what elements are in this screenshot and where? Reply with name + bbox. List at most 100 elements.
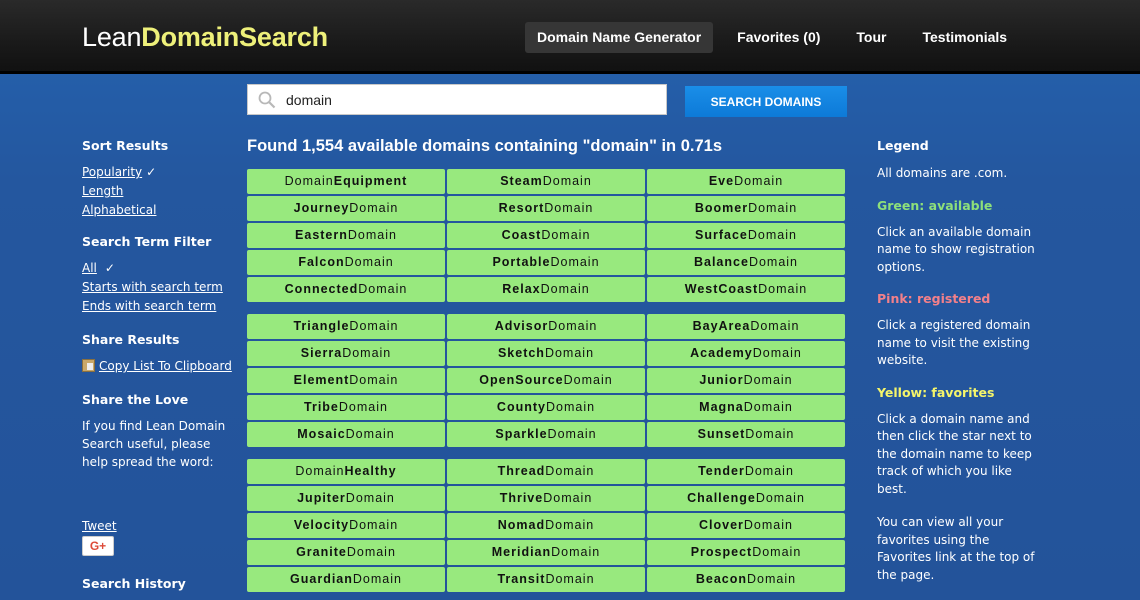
nav-tour[interactable]: Tour: [844, 22, 898, 53]
domain-plain-part: Domain: [342, 346, 392, 360]
domain-bold-part: Transit: [497, 572, 546, 586]
domain-cell[interactable]: EveDomain: [647, 169, 845, 194]
domain-bold-part: Portable: [492, 255, 551, 269]
domain-cell[interactable]: DomainHealthy: [247, 459, 445, 484]
domain-cell[interactable]: OpenSourceDomain: [447, 368, 645, 393]
domain-cell[interactable]: TransitDomain: [447, 567, 645, 592]
domain-bold-part: Clover: [699, 518, 744, 532]
domain-plain-part: Domain: [295, 464, 345, 478]
domain-bold-part: Nomad: [497, 518, 546, 532]
domain-cell[interactable]: SketchDomain: [447, 341, 645, 366]
domain-plain-part: Domain: [358, 282, 408, 296]
domain-cell[interactable]: DomainEquipment: [247, 169, 445, 194]
nav-favorites[interactable]: Favorites (0): [725, 22, 832, 53]
domain-cell[interactable]: GuardianDomain: [247, 567, 445, 592]
domain-cell[interactable]: EasternDomain: [247, 223, 445, 248]
domain-cell[interactable]: TribeDomain: [247, 395, 445, 420]
domain-cell[interactable]: BayAreaDomain: [647, 314, 845, 339]
domain-plain-part: Domain: [544, 346, 595, 360]
sort-length-link[interactable]: Length: [82, 182, 242, 201]
domain-plain-part: Domain: [347, 228, 397, 242]
domain-plain-part: Domain: [545, 464, 595, 478]
domain-cell[interactable]: BeaconDomain: [647, 567, 845, 592]
nav-testimonials[interactable]: Testimonials: [911, 22, 1020, 53]
domain-plain-part: Domain: [543, 491, 593, 505]
domain-cell[interactable]: BoomerDomain: [647, 196, 845, 221]
domain-cell[interactable]: ConnectedDomain: [247, 277, 445, 302]
search-domains-button[interactable]: SEARCH DOMAINS: [685, 86, 847, 117]
domain-plain-part: Domain: [750, 319, 800, 333]
domain-cell[interactable]: MeridianDomain: [447, 540, 645, 565]
domain-bold-part: Surface: [695, 228, 748, 242]
legend-pink-text: Click a registered domain name to visit …: [877, 318, 1031, 367]
domain-cell[interactable]: ThriveDomain: [447, 486, 645, 511]
domain-cell[interactable]: VelocityDomain: [247, 513, 445, 538]
tweet-link[interactable]: Tweet: [82, 517, 242, 536]
domain-cell[interactable]: AdvisorDomain: [447, 314, 645, 339]
domain-plain-part: Domain: [545, 518, 595, 532]
domain-cell[interactable]: MosaicDomain: [247, 422, 445, 447]
domain-cell[interactable]: SparkleDomain: [447, 422, 645, 447]
domain-plain-part: Domain: [349, 201, 399, 215]
domain-cell[interactable]: RelaxDomain: [447, 277, 645, 302]
domain-cell[interactable]: ResortDomain: [447, 196, 645, 221]
domain-cell[interactable]: ElementDomain: [247, 368, 445, 393]
domain-bold-part: Mosaic: [297, 427, 346, 441]
domain-cell[interactable]: SurfaceDomain: [647, 223, 845, 248]
sort-popularity-link[interactable]: Popularity ✓: [82, 163, 242, 182]
domain-cell[interactable]: FalconDomain: [247, 250, 445, 275]
legend-panel: Legend All domains are .com. Green: avai…: [877, 138, 1037, 584]
domain-cell[interactable]: ThreadDomain: [447, 459, 645, 484]
check-icon: ✓: [104, 261, 115, 275]
domain-cell[interactable]: ChallengeDomain: [647, 486, 845, 511]
share-the-love-heading: Share the Love: [82, 392, 189, 407]
domain-cell[interactable]: BalanceDomain: [647, 250, 845, 275]
domain-plain-part: Domain: [747, 228, 797, 242]
domain-cell[interactable]: AcademyDomain: [647, 341, 845, 366]
domain-bold-part: Beacon: [695, 572, 748, 586]
nav-domain-name-generator[interactable]: Domain Name Generator: [525, 22, 714, 53]
legend-yellow-text: Click a domain name and then click the s…: [877, 411, 1032, 496]
search-term-filter-heading: Search Term Filter: [82, 234, 212, 249]
filter-ends-with-link[interactable]: Ends with search term: [82, 297, 242, 316]
domain-plain-part: Domain: [344, 255, 394, 269]
domain-cell[interactable]: CoastDomain: [447, 223, 645, 248]
domain-bold-part: Boomer: [694, 201, 749, 215]
domain-bold-part: Challenge: [687, 491, 756, 505]
copy-list-link[interactable]: Copy List To Clipboard: [99, 359, 232, 373]
domain-cell[interactable]: JuniorDomain: [647, 368, 845, 393]
search-input[interactable]: [286, 90, 656, 110]
domain-plain-part: Domain: [345, 427, 395, 441]
filter-all-link[interactable]: All ✓: [82, 259, 242, 278]
domain-cell[interactable]: JourneyDomain: [247, 196, 445, 221]
domain-group: DomainEquipment SteamDomain EveDomain Journ…: [247, 169, 847, 302]
logo[interactable]: LeanDomainSearch: [82, 22, 328, 53]
domain-cell[interactable]: WestCoastDomain: [647, 277, 845, 302]
filter-starts-with-link[interactable]: Starts with search term: [82, 278, 242, 297]
google-plus-button[interactable]: G+: [82, 536, 114, 556]
domain-cell[interactable]: CountyDomain: [447, 395, 645, 420]
domain-cell[interactable]: JupiterDomain: [247, 486, 445, 511]
domain-cell[interactable]: PortableDomain: [447, 250, 645, 275]
domain-bold-part: Equipment: [333, 174, 408, 188]
domain-cell[interactable]: MagnaDomain: [647, 395, 845, 420]
check-icon: ✓: [146, 165, 157, 179]
filter-all-label: All: [82, 261, 97, 275]
sort-alphabetical-link[interactable]: Alphabetical: [82, 201, 242, 220]
legend-favorites-text: You can view all your favorites using th…: [877, 515, 1035, 582]
domain-group: DomainHealthy ThreadDomain TenderDomain Jup…: [247, 459, 847, 592]
domain-cell[interactable]: GraniteDomain: [247, 540, 445, 565]
domain-cell[interactable]: NomadDomain: [447, 513, 645, 538]
results-title: Found 1,554 available domains containing…: [247, 137, 723, 155]
domain-cell[interactable]: SteamDomain: [447, 169, 645, 194]
domain-cell[interactable]: ProspectDomain: [647, 540, 845, 565]
domain-cell[interactable]: TenderDomain: [647, 459, 845, 484]
domain-cell[interactable]: SunsetDomain: [647, 422, 845, 447]
search-box[interactable]: [247, 84, 667, 115]
domain-plain-part: Domain: [345, 491, 395, 505]
domain-cell[interactable]: CloverDomain: [647, 513, 845, 538]
domain-cell[interactable]: TriangleDomain: [247, 314, 445, 339]
domain-cell[interactable]: SierraDomain: [247, 341, 445, 366]
domain-bold-part: Tender: [698, 464, 745, 478]
domain-bold-part: Magna: [699, 400, 744, 414]
